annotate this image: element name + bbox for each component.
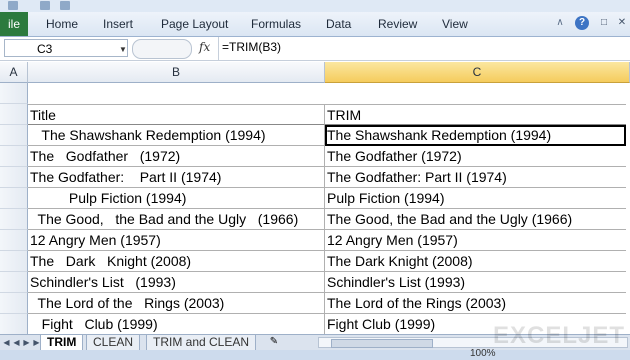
excel-app-icon bbox=[8, 1, 18, 10]
trim-cell-selected[interactable]: The Shawshank Redemption (1994) bbox=[325, 125, 626, 146]
scrollbar-thumb[interactable] bbox=[331, 339, 433, 348]
worksheet-grid[interactable]: Title TRIM The Shawshank Redemption (199… bbox=[0, 83, 630, 334]
prev-sheet-icon[interactable]: ◀ bbox=[12, 337, 21, 348]
ribbon-tabs: ile Home Insert Page Layout Formulas Dat… bbox=[0, 12, 630, 37]
sheet-tab-trim[interactable]: TRIM bbox=[40, 335, 84, 351]
row-header[interactable] bbox=[0, 83, 28, 104]
save-icon[interactable] bbox=[40, 1, 50, 10]
row-header[interactable] bbox=[0, 146, 28, 167]
title-cell[interactable]: 12 Angry Men (1957) bbox=[28, 230, 325, 251]
trim-cell[interactable]: The Lord of the Rings (2003) bbox=[325, 293, 626, 314]
table-row: The Good, the Bad and the Ugly (1966) Th… bbox=[0, 209, 630, 230]
insert-function-icon[interactable]: fx bbox=[199, 40, 210, 54]
table-row bbox=[0, 83, 630, 104]
formula-bar-splitter[interactable] bbox=[132, 39, 192, 59]
first-sheet-icon[interactable]: ◀ bbox=[2, 337, 11, 348]
title-cell[interactable]: The Shawshank Redemption (1994) bbox=[28, 125, 325, 146]
tab-insert[interactable]: Insert bbox=[103, 12, 133, 36]
table-row: The Godfather: Part II (1974) The Godfat… bbox=[0, 167, 630, 188]
title-cell[interactable]: The Lord of the Rings (2003) bbox=[28, 293, 325, 314]
help-icon[interactable]: ? bbox=[575, 16, 589, 30]
row-header[interactable] bbox=[0, 230, 28, 251]
next-sheet-icon[interactable]: ▶ bbox=[22, 337, 31, 348]
exceljet-watermark: EXCELJET bbox=[493, 322, 626, 349]
table-row: The Godfather (1972) The Godfather (1972… bbox=[0, 146, 630, 167]
cell[interactable] bbox=[325, 83, 626, 104]
title-cell[interactable]: The Dark Knight (2008) bbox=[28, 251, 325, 272]
column-header-b[interactable]: B bbox=[28, 62, 325, 83]
close-workbook-icon[interactable]: ✕ bbox=[615, 16, 629, 30]
row-header[interactable] bbox=[0, 188, 28, 209]
sheet-tab-trim-and-clean[interactable]: TRIM and CLEAN bbox=[146, 335, 257, 351]
table-row: Pulp Fiction (1994) Pulp Fiction (1994) bbox=[0, 188, 630, 209]
tab-file[interactable]: ile bbox=[0, 12, 28, 36]
table-row: Schindler's List (1993) Schindler's List… bbox=[0, 272, 630, 293]
insert-sheet-icon[interactable]: ✎ bbox=[266, 336, 282, 348]
column-header-a[interactable]: A bbox=[0, 62, 28, 83]
title-cell[interactable]: Fight Club (1999) bbox=[28, 314, 325, 334]
trim-cell[interactable]: Schindler's List (1993) bbox=[325, 272, 626, 293]
trim-cell[interactable]: The Good, the Bad and the Ugly (1966) bbox=[325, 209, 626, 230]
trim-cell[interactable]: 12 Angry Men (1957) bbox=[325, 230, 626, 251]
status-bar: 100% bbox=[0, 348, 630, 360]
row-header[interactable] bbox=[0, 209, 28, 230]
row-header[interactable] bbox=[0, 293, 28, 314]
tab-page-layout[interactable]: Page Layout bbox=[161, 12, 228, 36]
header-trim[interactable]: TRIM bbox=[325, 104, 626, 125]
tab-home[interactable]: Home bbox=[46, 12, 78, 36]
title-cell[interactable]: Pulp Fiction (1994) bbox=[28, 188, 325, 209]
sheet-tab-clean[interactable]: CLEAN bbox=[86, 335, 141, 351]
tab-data[interactable]: Data bbox=[326, 12, 351, 36]
table-row: 12 Angry Men (1957) 12 Angry Men (1957) bbox=[0, 230, 630, 251]
title-cell[interactable]: The Godfather (1972) bbox=[28, 146, 325, 167]
row-header[interactable] bbox=[0, 125, 28, 146]
row-header[interactable] bbox=[0, 104, 28, 125]
column-header-c[interactable]: C bbox=[325, 62, 630, 83]
formula-bar: C3 ▼ fx =TRIM(B3) bbox=[0, 37, 630, 61]
undo-icon[interactable] bbox=[60, 1, 70, 10]
table-header-row: Title TRIM bbox=[0, 104, 630, 125]
row-header[interactable] bbox=[0, 314, 28, 334]
title-bar bbox=[0, 0, 630, 12]
tab-view[interactable]: View bbox=[442, 12, 468, 36]
name-box[interactable]: C3 bbox=[4, 39, 128, 57]
tab-formulas[interactable]: Formulas bbox=[251, 12, 301, 36]
table-row: The Lord of the Rings (2003) The Lord of… bbox=[0, 293, 630, 314]
title-cell[interactable]: Schindler's List (1993) bbox=[28, 272, 325, 293]
minimize-ribbon-icon[interactable]: ∧ bbox=[553, 16, 567, 30]
trim-cell[interactable]: The Dark Knight (2008) bbox=[325, 251, 626, 272]
cell[interactable] bbox=[28, 83, 325, 104]
header-title[interactable]: Title bbox=[28, 104, 325, 125]
trim-cell[interactable]: The Godfather: Part II (1974) bbox=[325, 167, 626, 188]
title-cell[interactable]: The Good, the Bad and the Ugly (1966) bbox=[28, 209, 325, 230]
restore-window-icon[interactable]: □ bbox=[597, 16, 611, 30]
name-box-dropdown-icon[interactable]: ▼ bbox=[119, 45, 127, 54]
table-row: The Shawshank Redemption (1994) The Shaw… bbox=[0, 125, 630, 146]
zoom-level[interactable]: 100% bbox=[470, 348, 496, 359]
table-row: The Dark Knight (2008) The Dark Knight (… bbox=[0, 251, 630, 272]
trim-cell[interactable]: The Godfather (1972) bbox=[325, 146, 626, 167]
formula-input[interactable]: =TRIM(B3) bbox=[222, 40, 622, 56]
tab-review[interactable]: Review bbox=[378, 12, 417, 36]
title-cell[interactable]: The Godfather: Part II (1974) bbox=[28, 167, 325, 188]
row-header[interactable] bbox=[0, 251, 28, 272]
row-header[interactable] bbox=[0, 167, 28, 188]
row-header[interactable] bbox=[0, 272, 28, 293]
trim-cell[interactable]: Pulp Fiction (1994) bbox=[325, 188, 626, 209]
divider bbox=[218, 37, 219, 60]
